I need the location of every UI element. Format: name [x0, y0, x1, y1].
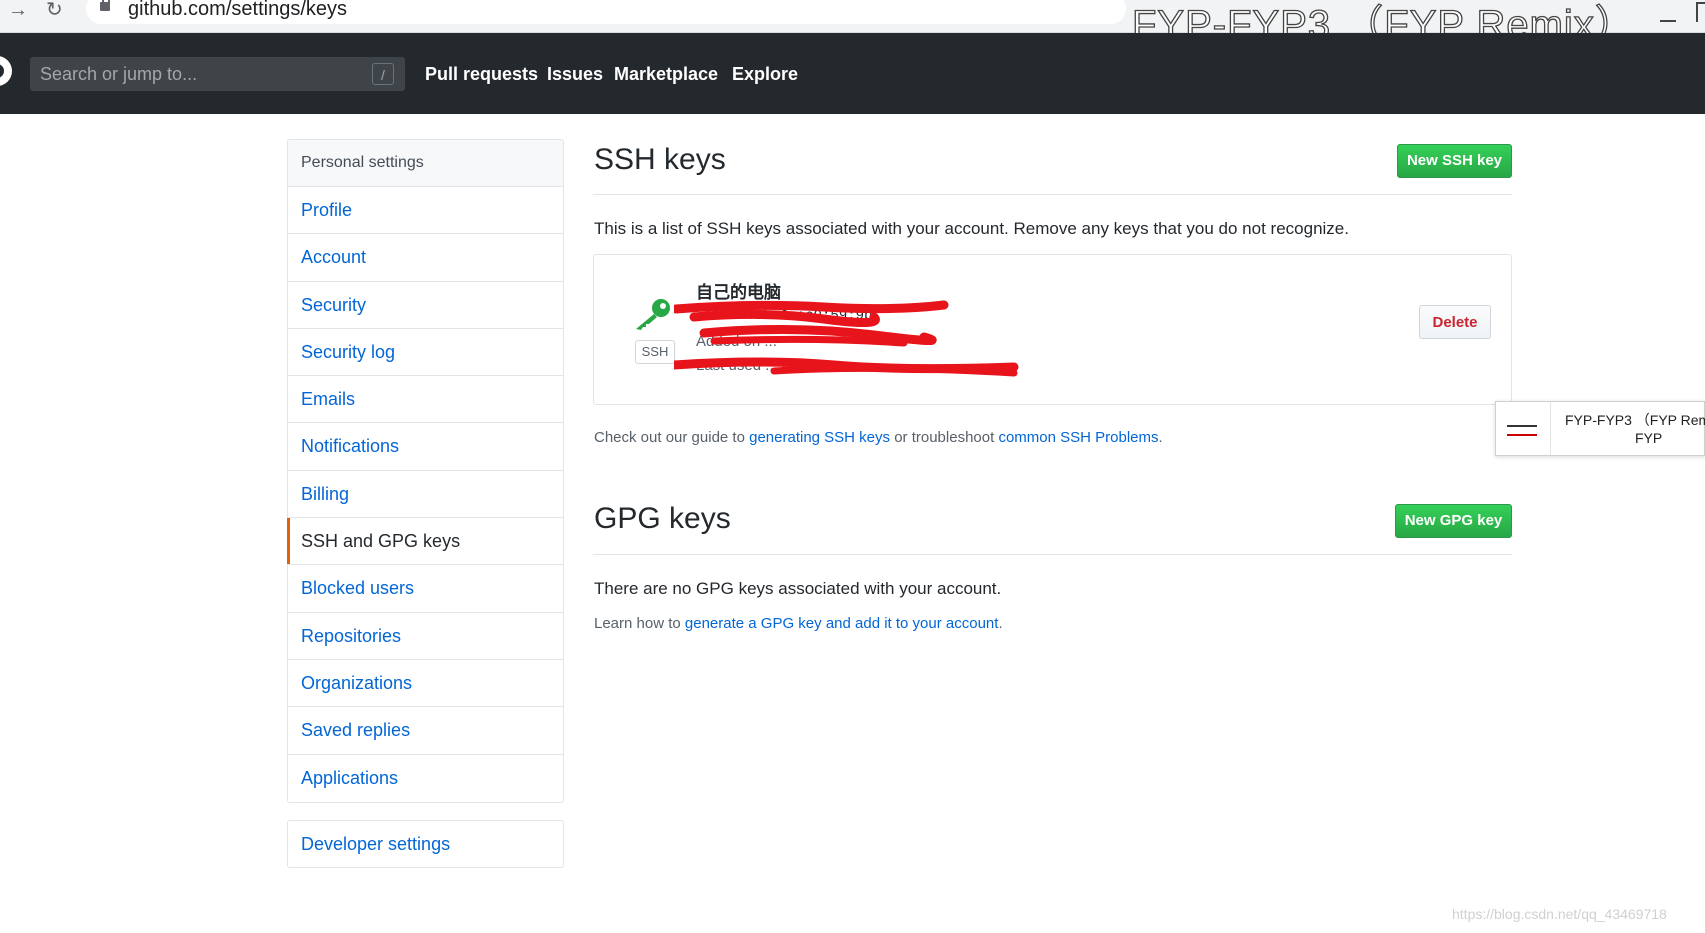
ssh-key-added: Added on ...	[696, 333, 777, 350]
url-text[interactable]: github.com/settings/keys	[128, 0, 347, 21]
sidebar-item-billing[interactable]: Billing	[288, 471, 563, 519]
developer-sidebar: Developer settings	[287, 820, 564, 868]
gpg-learn-text: Learn how to generate a GPG key and add …	[594, 615, 1003, 632]
ssh-guide-suffix: .	[1158, 429, 1163, 446]
ssh-guide-middle: or troubleshoot	[890, 429, 999, 446]
sidebar-item-security[interactable]: Security	[288, 282, 563, 329]
nav-marketplace[interactable]: Marketplace	[614, 64, 718, 85]
sidebar-heading: Personal settings	[288, 140, 563, 187]
ssh-key-title: 自己的电脑	[696, 283, 781, 302]
sidebar-item-account[interactable]: Account	[288, 234, 563, 282]
delete-ssh-key-button[interactable]: Delete	[1419, 305, 1491, 339]
gpg-learn-prefix: Learn how to	[594, 615, 685, 632]
media-notification-toast[interactable]: FYP-FYP3 （FYP Rem FYP	[1495, 401, 1705, 456]
ssh-divider	[593, 194, 1512, 195]
site-header: / Pull requests Issues Marketplace Explo…	[0, 33, 1705, 114]
new-gpg-key-button[interactable]: New GPG key	[1395, 504, 1512, 538]
sidebar-item-ssh-gpg-keys[interactable]: SSH and GPG keys	[287, 518, 563, 566]
ssh-description: This is a list of SSH keys associated wi…	[594, 219, 1349, 238]
sidebar-item-saved-replies[interactable]: Saved replies	[288, 707, 563, 755]
gpg-learn-suffix: .	[998, 615, 1003, 632]
ssh-guide-text: Check out our guide to generating SSH ke…	[594, 429, 1163, 446]
sidebar-item-blocked-users[interactable]: Blocked users	[288, 565, 563, 613]
ssh-badge: SSH	[635, 340, 675, 364]
reload-icon[interactable]: ↻	[46, 0, 63, 20]
ssh-key-item: SSH 自己的电脑 ...:f7:2b:6e:c9:59:9b Added on…	[593, 254, 1512, 405]
search-shortcut-badge: /	[372, 63, 394, 85]
forward-arrow-icon[interactable]: →	[8, 0, 28, 20]
search-box[interactable]: /	[30, 57, 405, 91]
sidebar-item-notifications[interactable]: Notifications	[288, 423, 563, 471]
ssh-key-fingerprint: ...:f7:2b:6e:c9:59:9b	[696, 308, 873, 324]
toast-subtitle: FYP	[1635, 430, 1663, 446]
sidebar-item-security-log[interactable]: Security log	[288, 329, 563, 377]
nav-issues[interactable]: Issues	[547, 64, 603, 85]
settings-sidebar: Personal settings Profile Account Securi…	[287, 139, 564, 803]
common-ssh-problems-link[interactable]: common SSH Problems	[998, 429, 1158, 446]
github-logo-icon[interactable]	[0, 56, 12, 86]
flag-icon	[1507, 425, 1537, 436]
nav-pull-requests[interactable]: Pull requests	[425, 64, 538, 85]
browser-toolbar: → ↻ github.com/settings/keys FYP-FYP3 （F…	[0, 0, 1705, 48]
sidebar-item-applications[interactable]: Applications	[288, 755, 563, 802]
search-input[interactable]	[30, 57, 360, 91]
lock-icon	[100, 0, 110, 11]
gpg-empty-message: There are no GPG keys associated with yo…	[594, 579, 1002, 598]
nav-explore[interactable]: Explore	[732, 64, 798, 85]
maximize-icon[interactable]	[1696, 2, 1705, 22]
ssh-key-last-used: Last used ... /write	[696, 357, 818, 374]
generating-ssh-keys-link[interactable]: generating SSH keys	[749, 429, 890, 446]
ssh-keys-title: SSH keys	[594, 143, 726, 176]
album-thumbnail	[1496, 402, 1551, 455]
sidebar-item-emails[interactable]: Emails	[288, 376, 563, 424]
sidebar-item-organizations[interactable]: Organizations	[288, 660, 563, 708]
gpg-keys-title: GPG keys	[594, 502, 731, 535]
toast-title: FYP-FYP3 （FYP Rem	[1565, 412, 1705, 428]
sidebar-item-repositories[interactable]: Repositories	[288, 613, 563, 660]
ssh-guide-prefix: Check out our guide to	[594, 429, 750, 446]
new-ssh-key-button[interactable]: New SSH key	[1397, 144, 1512, 178]
sidebar-item-profile[interactable]: Profile	[288, 187, 563, 235]
minimize-icon[interactable]	[1660, 20, 1676, 22]
sidebar-item-developer-settings[interactable]: Developer settings	[288, 821, 563, 867]
generate-gpg-key-link[interactable]: generate a GPG key and add it to your ac…	[685, 615, 999, 632]
watermark: https://blog.csdn.net/qq_43469718	[1452, 906, 1667, 922]
gpg-divider	[593, 554, 1512, 555]
key-icon	[636, 299, 670, 330]
